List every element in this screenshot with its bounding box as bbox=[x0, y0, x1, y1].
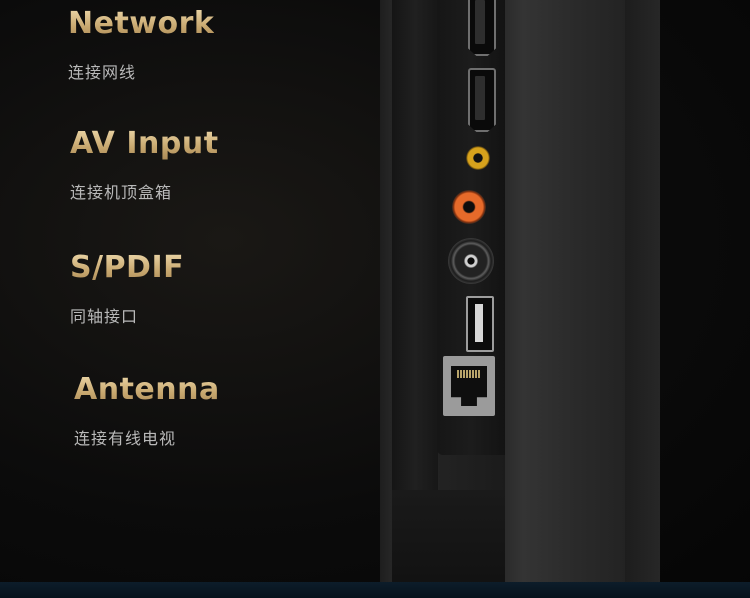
floor-strip bbox=[0, 582, 750, 598]
rca-red-port-icon bbox=[452, 190, 486, 224]
feature-subtitle: 同轴接口 bbox=[70, 307, 139, 326]
coax-port-icon bbox=[448, 238, 494, 284]
feature-title: Antenna bbox=[74, 372, 220, 407]
feature-title: S/PDIF bbox=[70, 250, 185, 285]
feature-subtitle: 连接网线 bbox=[68, 63, 137, 82]
feature-title: AV Input bbox=[70, 126, 219, 161]
hdmi-port-icon bbox=[468, 68, 496, 132]
feature-av-input: AV Input 连接机顶盒箱 bbox=[70, 126, 219, 203]
feature-subtitle: 连接机顶盒箱 bbox=[70, 183, 173, 202]
ethernet-pins bbox=[457, 370, 481, 378]
tv-bottom bbox=[392, 490, 505, 582]
feature-network: Network 连接网线 bbox=[68, 6, 214, 83]
ethernet-port-icon bbox=[443, 356, 495, 416]
tv-bevel-edge bbox=[625, 0, 660, 582]
product-showcase: Network 连接网线 AV Input 连接机顶盒箱 S/PDIF 同轴接口… bbox=[0, 0, 750, 598]
hdmi-port-icon bbox=[468, 0, 496, 56]
feature-spdif: S/PDIF 同轴接口 bbox=[70, 250, 184, 327]
tv-bevel bbox=[505, 0, 625, 582]
usb-port-icon bbox=[466, 296, 494, 352]
feature-subtitle: 连接有线电视 bbox=[74, 429, 177, 448]
rca-yellow-port-icon bbox=[466, 146, 490, 170]
tv-frame bbox=[392, 0, 438, 490]
feature-title: Network bbox=[68, 6, 215, 41]
feature-antenna: Antenna 连接有线电视 bbox=[74, 372, 220, 449]
